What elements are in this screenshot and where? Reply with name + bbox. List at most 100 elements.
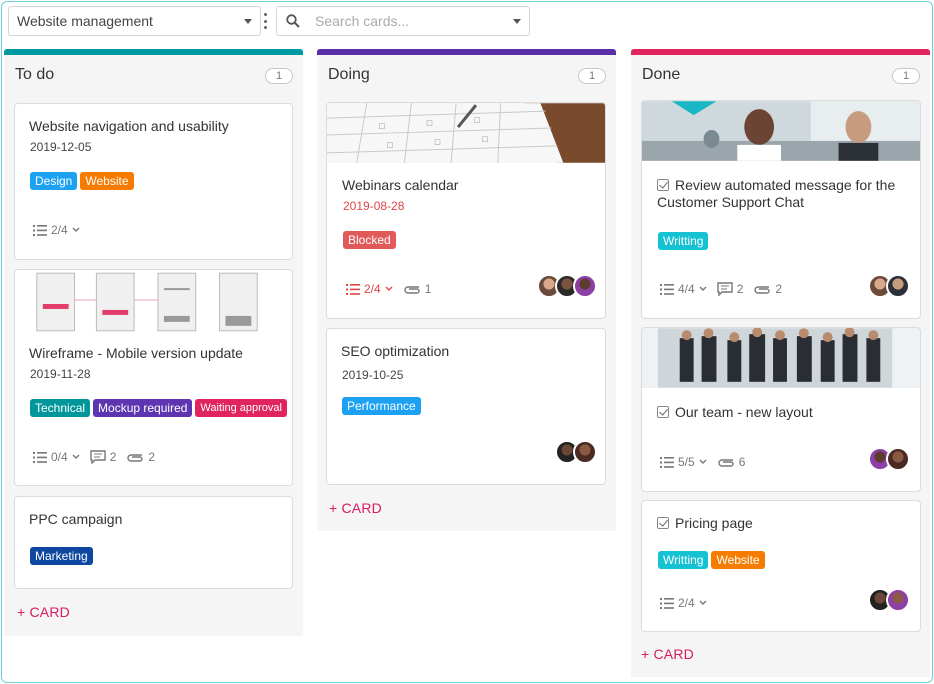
card-due-date: 2019-12-05	[30, 140, 92, 154]
card-review-automated-message[interactable]: Review automated message for the Custome…	[641, 100, 921, 319]
card-title: Webinars calendar	[342, 177, 459, 193]
card-due-date: 2019-10-25	[342, 368, 404, 382]
tag-mockup-required[interactable]: Mockup required	[93, 399, 193, 417]
checklist-count: 4/4	[678, 282, 695, 296]
card-wireframe-mobile[interactable]: Wireframe - Mobile version update 2019-1…	[14, 269, 293, 486]
chevron-down-icon	[699, 600, 707, 605]
column-todo: To do 1 Website navigation and usability…	[4, 49, 303, 636]
tag-design[interactable]: Design	[30, 172, 78, 190]
team-cover-image	[642, 328, 920, 388]
column-count-badge: 1	[578, 68, 606, 84]
add-card-button[interactable]: + CARD	[641, 646, 694, 662]
comment-count: 2	[736, 282, 744, 296]
card-our-team-new-layout[interactable]: Our team - new layout 5/5 6	[641, 327, 921, 492]
attachment-icon	[404, 286, 420, 294]
checklist-progress[interactable]: 4/4	[660, 282, 707, 296]
tag-performance[interactable]: Performance	[342, 397, 421, 415]
checkbox-icon	[657, 406, 669, 418]
attachment-count: 2	[148, 450, 156, 464]
comment-icon	[89, 450, 106, 464]
svg-text:□: □	[474, 116, 481, 124]
attachments-count[interactable]: 2	[126, 450, 155, 464]
attachment-icon	[718, 459, 734, 467]
checklist-icon	[660, 597, 674, 609]
search-icon	[286, 14, 300, 28]
comments-count[interactable]: 2	[89, 450, 116, 464]
checklist-progress[interactable]: 2/4	[660, 596, 707, 610]
search-placeholder: Search cards...	[315, 13, 410, 29]
assignee-avatars[interactable]	[555, 440, 597, 464]
card-pricing-page[interactable]: Pricing page Writting Website 2/4	[641, 500, 921, 632]
assignee-avatars[interactable]	[868, 447, 910, 471]
card-website-navigation[interactable]: Website navigation and usability 2019-12…	[14, 103, 293, 260]
add-card-button[interactable]: + CARD	[17, 604, 70, 620]
checklist-count: 2/4	[51, 223, 68, 237]
chevron-down-icon	[385, 286, 393, 291]
attachments-count[interactable]: 2	[753, 282, 782, 296]
tag-waiting-approval[interactable]: Waiting approval	[195, 399, 287, 417]
tag-website[interactable]: Website	[711, 551, 765, 569]
tag-marketing[interactable]: Marketing	[30, 547, 93, 565]
column-count-badge: 1	[265, 68, 293, 84]
column-header: Done 1	[631, 55, 930, 93]
checklist-progress[interactable]: 2/4	[346, 282, 393, 296]
card-due-date-overdue: 2019-08-28	[343, 199, 405, 213]
card-webinars-calendar[interactable]: □ □ □ □ □ □ Webinars calendar 2019-08-28 Bloc…	[326, 102, 606, 319]
attachment-count: 1	[424, 282, 432, 296]
attachments-count[interactable]: 6	[717, 455, 745, 469]
card-due-date: 2019-11-28	[30, 367, 91, 381]
card-title: PPC campaign	[29, 511, 123, 527]
assignee-avatars[interactable]	[537, 274, 597, 298]
svg-text:□: □	[482, 135, 489, 143]
comments-count[interactable]: 2	[716, 282, 744, 296]
checklist-count: 2/4	[364, 282, 381, 296]
team-meeting-cover-image	[642, 101, 920, 161]
calendar-cover-image: □ □ □ □ □ □	[327, 103, 605, 163]
column-title: Done	[642, 66, 681, 83]
card-seo-optimization[interactable]: SEO optimization 2019-10-25 Performance	[326, 328, 606, 485]
assignee-avatars[interactable]	[868, 274, 910, 298]
card-title: Wireframe - Mobile version update	[29, 345, 243, 361]
checklist-progress[interactable]: 5/5	[660, 455, 707, 469]
checklist-count: 2/4	[678, 596, 695, 610]
board-select[interactable]: Website management	[8, 6, 261, 36]
tag-website[interactable]: Website	[80, 172, 134, 190]
checkbox-icon	[657, 179, 669, 191]
card-title-text: Review automated message for the Custome…	[657, 177, 896, 210]
avatar[interactable]	[886, 588, 910, 612]
add-card-button[interactable]: + CARD	[329, 500, 382, 516]
checklist-progress[interactable]: 2/4	[33, 223, 80, 237]
column-done: Done 1 Review automated message for the …	[631, 49, 930, 677]
tag-writting[interactable]: Writting	[658, 232, 709, 250]
search-input[interactable]: Search cards...	[276, 6, 530, 36]
chevron-down-icon	[72, 227, 80, 232]
chevron-down-icon	[699, 459, 707, 464]
card-title: SEO optimization	[341, 343, 450, 359]
checklist-icon	[33, 224, 47, 236]
column-title: To do	[15, 66, 55, 83]
attachment-icon	[754, 286, 771, 294]
avatar[interactable]	[573, 274, 597, 298]
attachment-count: 2	[775, 282, 783, 296]
tag-technical[interactable]: Technical	[30, 399, 91, 417]
card-ppc-campaign[interactable]: PPC campaign Marketing	[14, 496, 293, 589]
checklist-icon	[33, 451, 47, 463]
card-title: Review automated message for the Custome…	[657, 177, 912, 211]
tag-blocked[interactable]: Blocked	[343, 231, 396, 249]
avatar[interactable]	[573, 440, 597, 464]
checkbox-icon	[657, 517, 669, 529]
attachments-count[interactable]: 1	[403, 282, 432, 296]
avatar[interactable]	[886, 447, 910, 471]
svg-text:□: □	[426, 119, 433, 127]
column-header: To do 1	[4, 55, 303, 93]
column-header: Doing 1	[317, 55, 616, 93]
checklist-count: 0/4	[51, 450, 68, 464]
avatar[interactable]	[886, 274, 910, 298]
assignee-avatars[interactable]	[868, 588, 910, 612]
checklist-progress[interactable]: 0/4	[33, 450, 80, 464]
board-select-value: Website management	[17, 13, 153, 29]
tag-writting[interactable]: Writting	[658, 551, 709, 569]
wireframe-cover-image	[15, 270, 292, 334]
column-doing: Doing 1 □ □ □ □ □ □ Webinars calendar 2019-08…	[317, 49, 616, 531]
more-options-icon[interactable]	[263, 13, 267, 29]
